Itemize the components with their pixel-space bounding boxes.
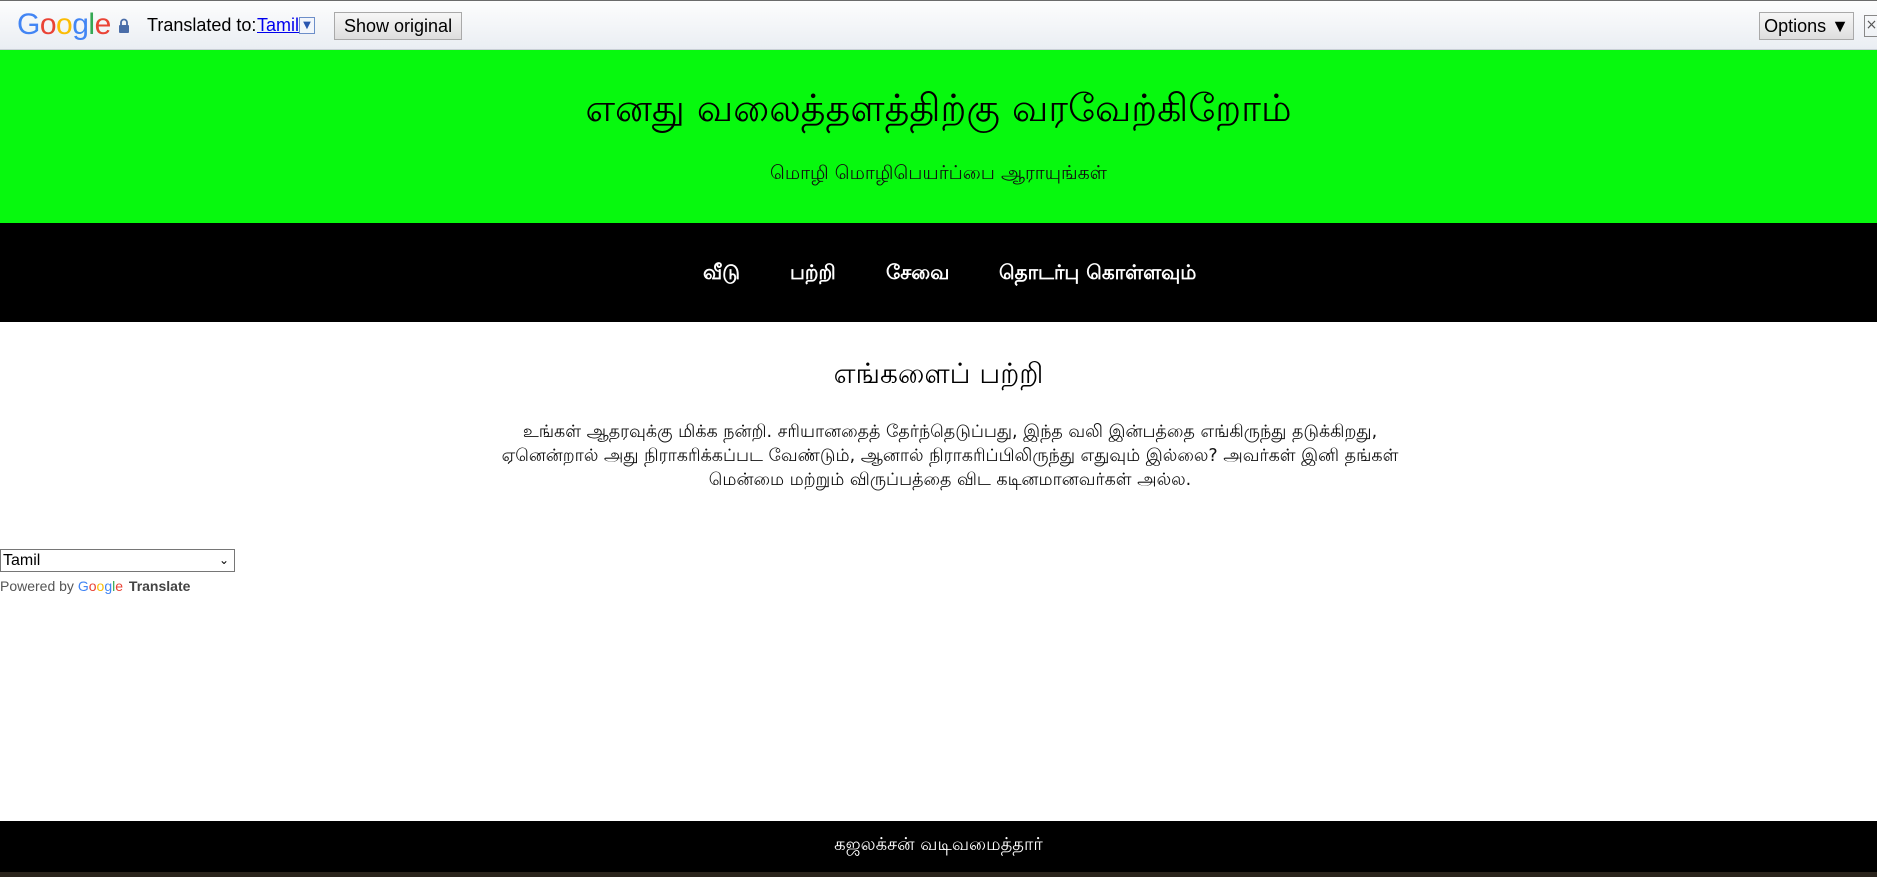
target-language-link[interactable]: Tamil bbox=[257, 15, 299, 36]
google-mini-logo: Google bbox=[77, 578, 124, 594]
translate-link[interactable]: Translate bbox=[129, 578, 190, 594]
about-paragraph: உங்கள் ஆதரவுக்கு மிக்க நன்றி. சரியானதைத்… bbox=[501, 422, 1399, 490]
chevron-down-icon: ⌄ bbox=[218, 553, 229, 567]
powered-by-label: Powered by bbox=[0, 578, 74, 594]
nav-item-services[interactable]: சேவை bbox=[886, 260, 949, 287]
page-title: எனது வலைத்தளத்திற்கு வரவேற்கிறோம் bbox=[585, 86, 1292, 130]
nav-item-home[interactable]: வீடு bbox=[703, 260, 740, 287]
translated-to-label: Translated to: bbox=[147, 15, 257, 35]
site-footer: கஜலக்சன் வடிவமைத்தார் bbox=[0, 821, 1877, 872]
page: Google Translated to: Tamil ▼ Show origi… bbox=[0, 0, 1877, 877]
main-nav: வீடு பற்றி சேவை தொடர்பு கொள்ளவும் bbox=[0, 223, 1877, 322]
language-select-value: Tamil bbox=[3, 552, 41, 569]
close-icon[interactable]: × bbox=[1864, 15, 1877, 37]
site-header: எனது வலைத்தளத்திற்கு வரவேற்கிறோம் மொழி ம… bbox=[0, 50, 1877, 223]
lock-icon bbox=[119, 18, 129, 33]
page-subtitle: மொழி மொழிபெயர்ப்பை ஆராயுங்கள் bbox=[770, 162, 1107, 184]
language-select[interactable]: Tamil ⌄ bbox=[0, 549, 235, 572]
bottom-strip bbox=[0, 872, 1877, 877]
footer-credit: கஜலக்சன் வடிவமைத்தார் bbox=[834, 834, 1043, 855]
google-translate-bar: Google Translated to: Tamil ▼ Show origi… bbox=[0, 0, 1877, 50]
language-dropdown-arrow-icon[interactable]: ▼ bbox=[299, 17, 315, 34]
about-heading: எங்களைப் பற்றி bbox=[833, 357, 1044, 390]
powered-by-google-translate: Powered by Google Translate bbox=[0, 578, 190, 594]
nav-item-contact[interactable]: தொடர்பு கொள்ளவும் bbox=[999, 260, 1196, 287]
nav-item-about[interactable]: பற்றி bbox=[790, 260, 836, 287]
google-logo: Google bbox=[17, 8, 111, 41]
show-original-button[interactable]: Show original bbox=[334, 12, 463, 40]
options-button[interactable]: Options ▼ bbox=[1759, 12, 1854, 40]
